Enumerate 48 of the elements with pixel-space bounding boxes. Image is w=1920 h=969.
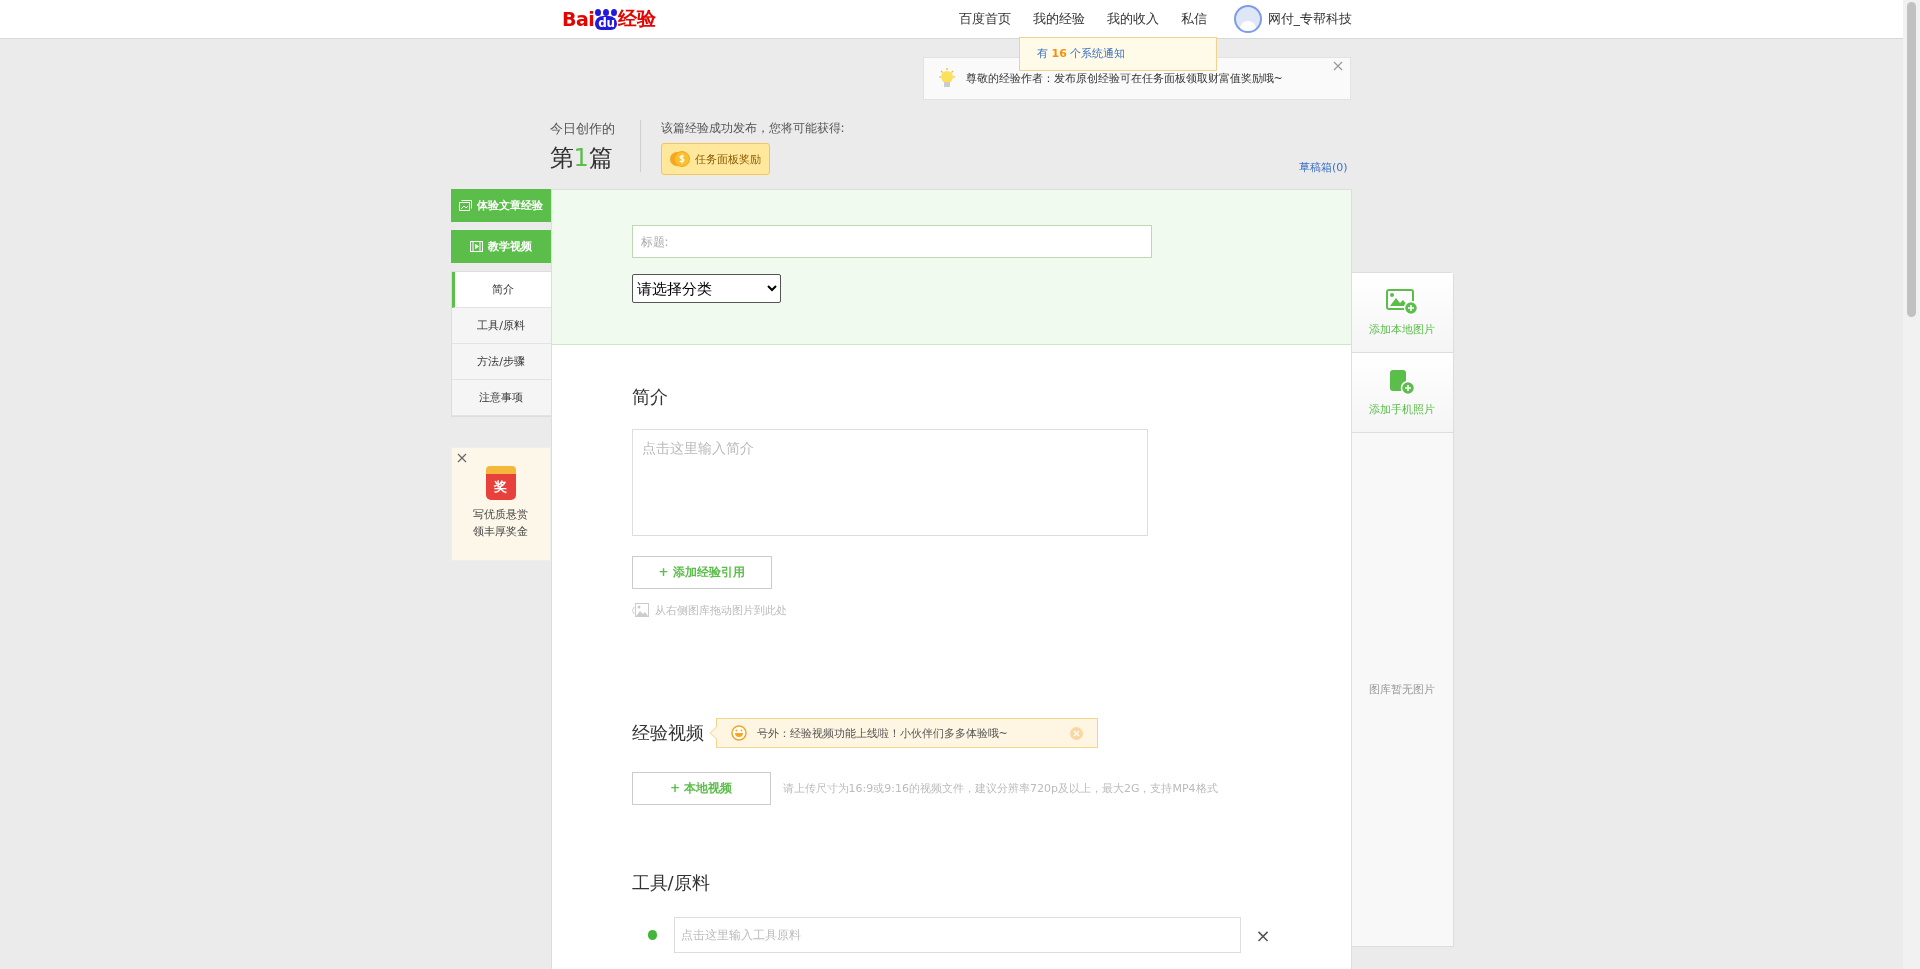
lightbulb-icon bbox=[937, 67, 956, 90]
image-icon bbox=[458, 200, 472, 211]
remove-button[interactable]: × bbox=[1255, 924, 1271, 946]
scrollbar[interactable] bbox=[1903, 0, 1920, 969]
image-icon bbox=[631, 603, 650, 618]
baidu-logo[interactable]: Bai du 经验 bbox=[551, 6, 667, 32]
section-heading: 工具/原料 bbox=[631, 871, 711, 895]
gallery-label: 添加本地图片 bbox=[1369, 321, 1435, 337]
stat-label: 今日创作的 bbox=[549, 120, 616, 138]
coin-icon bbox=[669, 150, 690, 168]
tool-field[interactable]: 点击这里输入工具原料 bbox=[674, 917, 1242, 953]
add-image-icon bbox=[1386, 288, 1418, 315]
sidebar-tab[interactable]: 简介 bbox=[451, 272, 551, 308]
drag-hint: 从右侧图库拖动图片到此处 bbox=[654, 603, 787, 618]
intro-field[interactable]: 点击这里输入简介 bbox=[631, 429, 1148, 536]
promo-card[interactable]: 奖 写优质悬赏 领丰厚奖金 bbox=[450, 447, 551, 561]
category-select[interactable]: 请选择分类 bbox=[631, 274, 781, 303]
close-icon[interactable] bbox=[1332, 61, 1343, 71]
drafts-link[interactable]: 草稿箱(0) bbox=[1298, 160, 1348, 175]
film-icon bbox=[469, 241, 483, 252]
gallery-label: 添加手机照片 bbox=[1369, 401, 1435, 417]
nav-link[interactable]: 百度首页 bbox=[947, 10, 1022, 28]
close-icon[interactable] bbox=[456, 453, 467, 463]
promo-text: 领丰厚奖金 bbox=[473, 524, 528, 540]
sidebar-tab[interactable]: 方法/步骤 bbox=[451, 344, 551, 380]
section-heading: 简介 bbox=[631, 385, 669, 409]
nav-link[interactable]: 私信 bbox=[1169, 10, 1218, 28]
smiley-icon bbox=[730, 725, 747, 741]
reward-text: 该篇经验成功发布，您将可能获得: bbox=[660, 120, 845, 137]
promo-text: 写优质悬赏 bbox=[473, 507, 528, 523]
avatar[interactable] bbox=[1233, 5, 1262, 33]
upload-hint: 请上传尺寸为16:9或9:16的视频文件，建议分辨率720p及以上，最大2G，支持MP4格式 bbox=[782, 781, 1218, 796]
prize-envelope-icon: 奖 bbox=[485, 466, 516, 500]
notification-popup[interactable]: 有 16 个系统通知 bbox=[1019, 37, 1217, 71]
nav-link[interactable]: 我的收入 bbox=[1095, 10, 1170, 28]
empty-gallery-text: 图库暂无图片 bbox=[1368, 682, 1436, 698]
add-phone-icon bbox=[1388, 368, 1416, 395]
notice-text: 号外：经验视频功能上线啦！小伙伴们多多体验哦~ bbox=[756, 725, 1008, 741]
section-heading: 经验视频 bbox=[631, 721, 704, 745]
user-name[interactable]: 网付_专帮科技 bbox=[1267, 10, 1352, 28]
bullet-dot bbox=[647, 930, 658, 940]
sidebar-tab[interactable]: 注意事项 bbox=[451, 380, 551, 416]
tip-text: 尊敬的经验作者：发布原创经验可在任务面板领取财富值奖励哦~ bbox=[965, 71, 1283, 86]
sidebar-tab[interactable]: 工具/原料 bbox=[451, 308, 551, 344]
nav-link[interactable]: 我的经验 bbox=[1021, 10, 1096, 28]
reward-button[interactable]: 任务面板奖励 bbox=[660, 143, 770, 175]
article-count: 第1篇 bbox=[549, 143, 614, 174]
title-field[interactable]: 标题: bbox=[631, 225, 1152, 258]
